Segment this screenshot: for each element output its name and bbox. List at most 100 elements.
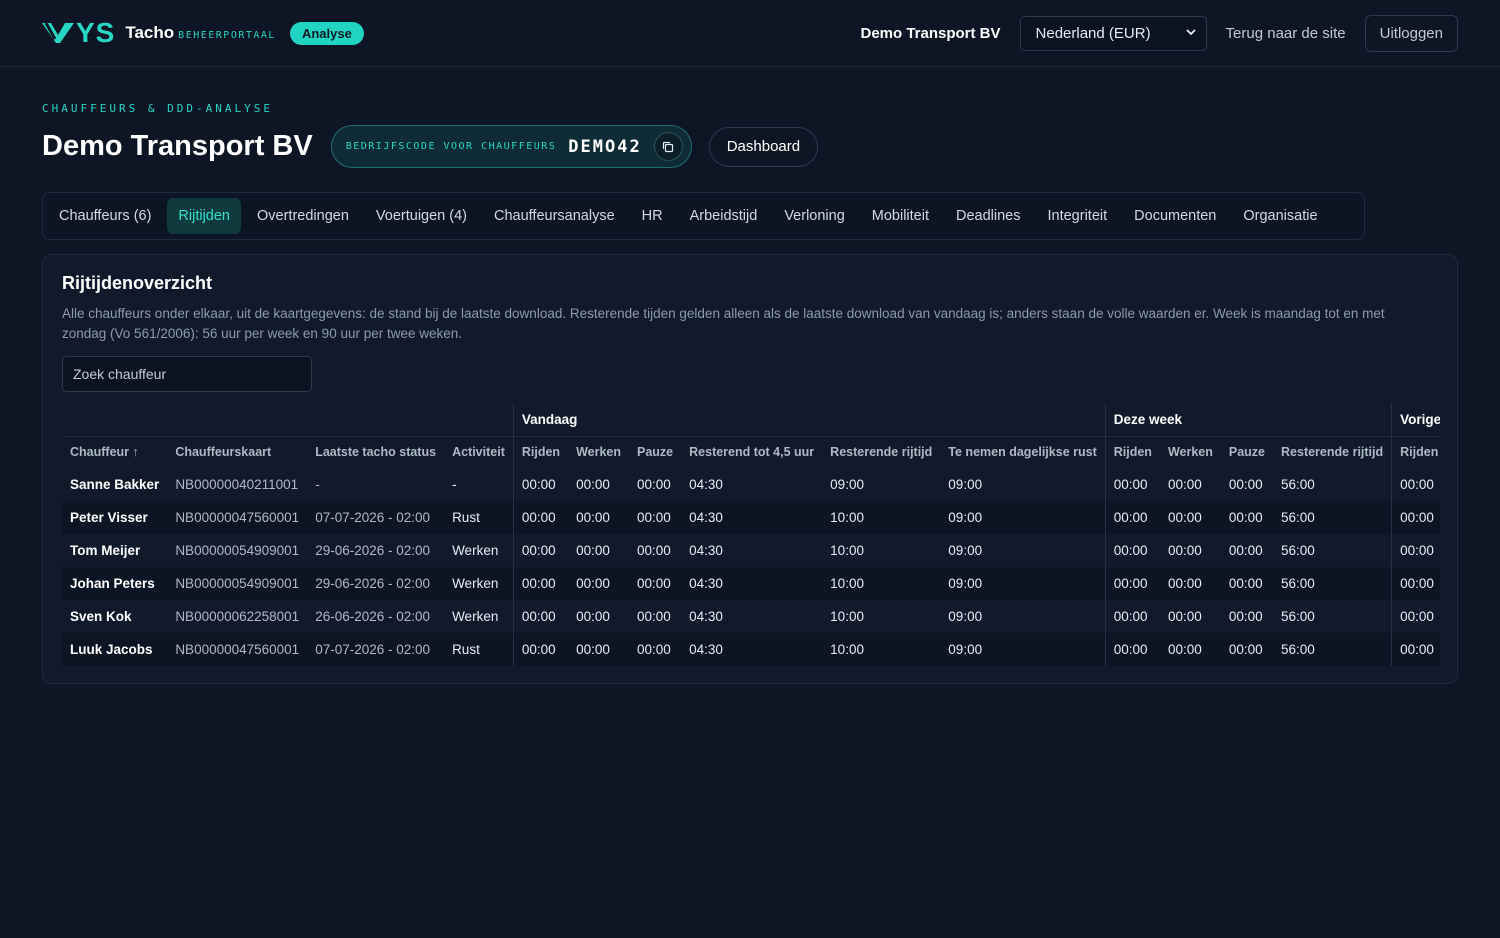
cell-activity: Rust [444, 633, 514, 666]
cell-card: NB00000040211001 [175, 477, 299, 492]
cell-today-driving: 00:00 [512, 567, 569, 600]
cell-activity: - [452, 477, 457, 492]
table-row[interactable]: Sven Kok NB00000062258001 26-06-2026 - 0… [62, 600, 1440, 633]
chevron-down-icon [1185, 27, 1196, 39]
search-driver-input[interactable] [62, 356, 312, 392]
tab-chauffeurs[interactable]: Chauffeurs (6) [48, 198, 162, 234]
driving-times-card: Rijtijdenoverzicht Alle chauffeurs onder… [42, 254, 1458, 684]
card-description: Alle chauffeurs onder elkaar, uit de kaa… [62, 306, 1385, 341]
cell-week-break: 00:00 [1220, 501, 1274, 534]
cell-activity: Werken [452, 543, 499, 558]
cell-today-break: 00:00 [629, 501, 682, 534]
cell-daily-rest: 09:00 [948, 477, 983, 492]
company-name: Demo Transport BV [860, 24, 1001, 42]
tab-documenten[interactable]: Documenten [1123, 198, 1227, 234]
logo[interactable]: YS Tacho BEHEERPORTAAL Analyse [42, 17, 364, 49]
analyse-badge: Analyse [289, 21, 364, 45]
cell-today-break: 00:00 [637, 609, 671, 624]
tab-arbeidstijd[interactable]: Arbeidstijd [679, 198, 769, 234]
copy-icon[interactable] [653, 132, 683, 161]
logo-v-icon [42, 21, 74, 45]
cell-activity: Werken [452, 609, 499, 624]
company-code-value: DEMO42 [568, 136, 642, 157]
cell-prev-week-driving: 00:00 [1391, 534, 1440, 567]
company-code-pill: BEDRIJFSCODE VOOR CHAUFFEURS DEMO42 [330, 125, 692, 168]
back-to-site-link[interactable]: Terug naar de site [1226, 25, 1346, 42]
cell-week-working: 00:00 [1167, 477, 1202, 492]
cell-remaining-4-5h: 04:30 [689, 609, 723, 624]
cell-card: NB00000047560001 [167, 633, 308, 666]
cell-week-driving: 00:00 [1104, 501, 1160, 534]
cell-remaining-4-5h: 04:30 [689, 543, 723, 558]
group-this-week: Deze week [1104, 403, 1392, 436]
cell-prev-week-driving: 00:00 [1391, 633, 1440, 666]
cell-prev-week-driving: 00:00 [1391, 468, 1440, 501]
group-today: Vandaag [512, 403, 1106, 436]
col-activity: Activiteit [444, 435, 514, 468]
cell-remaining-4-5h: 04:30 [689, 477, 723, 492]
cell-remaining-driving: 10:00 [830, 543, 864, 558]
cell-remaining-driving: 09:00 [830, 477, 864, 492]
cell-driver: Johan Peters [62, 567, 168, 600]
tab-overtredingen[interactable]: Overtredingen [246, 198, 360, 234]
tab-mobiliteit[interactable]: Mobiliteit [861, 198, 940, 234]
group-empty [62, 403, 513, 436]
country-select[interactable]: Nederland (EUR) [1019, 15, 1207, 51]
cell-week-driving: 00:00 [1104, 633, 1160, 666]
tab-organisatie[interactable]: Organisatie [1232, 198, 1328, 234]
col-driver[interactable]: Chauffeur ↑ [62, 435, 168, 468]
cell-driver: Sven Kok [70, 609, 132, 624]
cell-today-working: 00:00 [576, 609, 610, 624]
cell-remaining-4-5h: 04:30 [681, 633, 823, 666]
cell-today-driving: 00:00 [512, 468, 569, 501]
cell-prev-week-driving: 00:00 [1391, 600, 1440, 633]
table-row[interactable]: Peter Visser NB00000047560001 07-07-2026… [62, 501, 1440, 534]
dashboard-button[interactable]: Dashboard [708, 126, 819, 167]
cell-driver: Tom Meijer [70, 543, 141, 558]
table-row[interactable]: Sanne Bakker NB00000040211001 - - 00:00 … [62, 468, 1440, 501]
cell-status: 29-06-2026 - 02:00 [307, 567, 445, 600]
cell-remaining-driving: 10:00 [822, 567, 941, 600]
cell-daily-rest: 09:00 [940, 633, 1106, 666]
col-last-tacho-status: Laatste tacho status [307, 435, 445, 468]
tab-rijtijden[interactable]: Rijtijden [167, 198, 242, 234]
cell-week-break: 00:00 [1220, 567, 1274, 600]
tab-chauffeursanalyse[interactable]: Chauffeursanalyse [483, 198, 626, 234]
tab-verloning[interactable]: Verloning [773, 198, 855, 234]
tab-voertuigen[interactable]: Voertuigen (4) [365, 198, 478, 234]
cell-week-remaining: 56:00 [1281, 609, 1315, 624]
cell-activity: Rust [444, 501, 514, 534]
cell-card: NB00000054909001 [175, 543, 300, 558]
cell-today-driving: 00:00 [512, 534, 569, 567]
cell-driver: Luuk Jacobs [62, 633, 168, 666]
cell-daily-rest: 09:00 [940, 501, 1106, 534]
tab-deadlines[interactable]: Deadlines [945, 198, 1032, 234]
brand-name: Tacho [125, 23, 175, 42]
section-eyebrow: CHAUFFEURS & DDD-ANALYSE [42, 102, 273, 115]
cell-status: 07-07-2026 - 02:00 [307, 501, 445, 534]
cell-remaining-driving: 10:00 [822, 633, 941, 666]
cell-prev-week-driving: 00:00 [1391, 567, 1440, 600]
cell-today-break: 00:00 [637, 477, 671, 492]
tab-hr[interactable]: HR [631, 198, 674, 234]
cell-week-working: 00:00 [1167, 609, 1202, 624]
cell-week-break: 00:00 [1228, 477, 1263, 492]
cell-daily-rest: 09:00 [948, 609, 983, 624]
tab-integriteit[interactable]: Integriteit [1037, 198, 1119, 234]
cell-week-driving: 00:00 [1104, 600, 1160, 633]
top-bar: YS Tacho BEHEERPORTAAL Analyse Demo Tran… [0, 0, 1500, 67]
table-row[interactable]: Luuk Jacobs NB00000047560001 07-07-2026 … [62, 633, 1440, 666]
logout-button[interactable]: Uitloggen [1364, 14, 1458, 52]
cell-prev-week-driving: 00:00 [1391, 501, 1440, 534]
cell-week-driving: 00:00 [1104, 468, 1160, 501]
cell-week-break: 00:00 [1220, 633, 1274, 666]
table-row[interactable]: Johan Peters NB00000054909001 29-06-2026… [62, 567, 1440, 600]
cell-today-driving: 00:00 [512, 501, 569, 534]
cell-today-break: 00:00 [629, 567, 682, 600]
table-row[interactable]: Tom Meijer NB00000054909001 29-06-2026 -… [62, 534, 1440, 567]
cell-status: 07-07-2026 - 02:00 [307, 633, 445, 666]
col-week-driving: Rijden [1104, 435, 1160, 468]
cell-daily-rest: 09:00 [948, 543, 983, 558]
col-week-working: Werken [1159, 435, 1221, 468]
driving-times-table-wrap[interactable]: Vandaag Deze week Vorige week Chauffeur … [62, 403, 1440, 666]
